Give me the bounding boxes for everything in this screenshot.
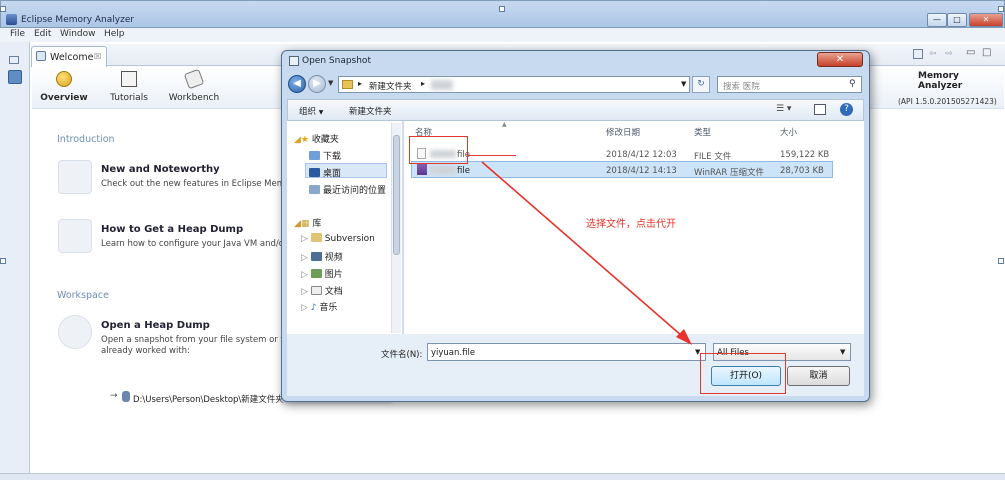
resize-handle-right[interactable] [998, 258, 1004, 264]
arrow-line [481, 161, 683, 337]
resize-handle-topright[interactable] [998, 6, 1004, 12]
arrow-head [676, 329, 692, 345]
annotation-arrow [481, 161, 692, 345]
resize-handle-topleft[interactable] [0, 6, 6, 12]
annotation-text: 选择文件，点击代开 [586, 219, 676, 230]
resize-handle-top[interactable] [499, 6, 505, 12]
resize-handle-left[interactable] [0, 258, 6, 264]
